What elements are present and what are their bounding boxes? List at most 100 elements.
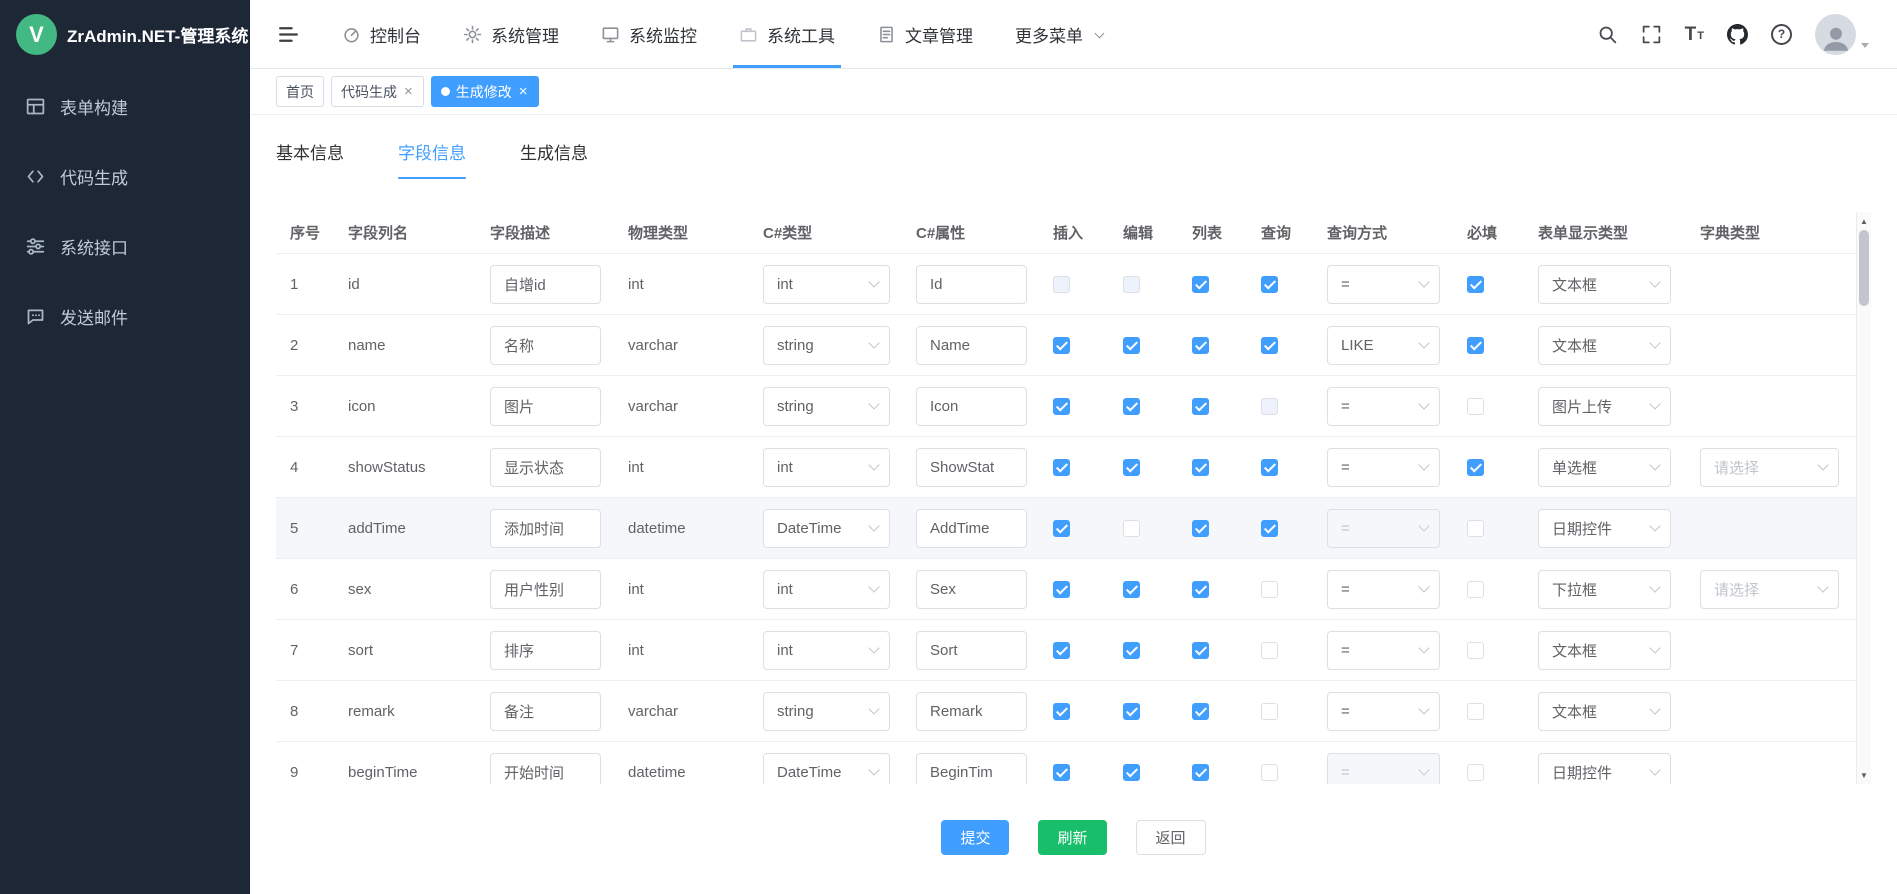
query-mode-select[interactable]: = [1327, 265, 1440, 304]
required-checkbox[interactable] [1467, 703, 1484, 720]
query-checkbox[interactable] [1261, 337, 1278, 354]
list-checkbox[interactable] [1192, 764, 1209, 781]
cs-property-input[interactable]: Id [916, 265, 1027, 304]
list-checkbox[interactable] [1192, 459, 1209, 476]
field-description-input[interactable]: 用户性别 [490, 570, 601, 609]
cs-type-select[interactable]: int [763, 570, 890, 609]
edit-checkbox[interactable] [1123, 520, 1140, 537]
query-mode-select[interactable]: = [1327, 387, 1440, 426]
refresh-button[interactable]: 刷新 [1038, 820, 1106, 855]
github-icon[interactable] [1727, 24, 1748, 45]
list-checkbox[interactable] [1192, 642, 1209, 659]
cs-type-select[interactable]: int [763, 265, 890, 304]
query-checkbox[interactable] [1261, 642, 1278, 659]
cs-property-input[interactable]: AddTime [916, 509, 1027, 548]
query-checkbox[interactable] [1261, 520, 1278, 537]
query-mode-select[interactable]: = [1327, 631, 1440, 670]
required-checkbox[interactable] [1467, 276, 1484, 293]
insert-checkbox[interactable] [1053, 459, 1070, 476]
scroll-down-icon[interactable]: ▼ [1857, 767, 1871, 783]
list-checkbox[interactable] [1192, 337, 1209, 354]
cs-property-input[interactable]: Icon [916, 387, 1027, 426]
back-button[interactable]: 返回 [1136, 820, 1206, 855]
field-description-input[interactable]: 图片 [490, 387, 601, 426]
font-size-icon[interactable]: TT [1685, 25, 1704, 44]
display-type-select[interactable]: 文本框 [1538, 631, 1671, 670]
field-description-input[interactable]: 自增id [490, 265, 601, 304]
nav-item-system-tools[interactable]: 系统工具 [718, 0, 856, 68]
cs-type-select[interactable]: string [763, 387, 890, 426]
edit-checkbox[interactable] [1123, 398, 1140, 415]
insert-checkbox[interactable] [1053, 398, 1070, 415]
field-description-input[interactable]: 名称 [490, 326, 601, 365]
field-description-input[interactable]: 开始时间 [490, 753, 601, 785]
query-mode-select[interactable]: = [1327, 448, 1440, 487]
cs-type-select[interactable]: string [763, 692, 890, 731]
required-checkbox[interactable] [1467, 764, 1484, 781]
cs-type-select[interactable]: DateTime [763, 509, 890, 548]
list-checkbox[interactable] [1192, 276, 1209, 293]
help-icon[interactable]: ? [1771, 24, 1792, 45]
insert-checkbox[interactable] [1053, 703, 1070, 720]
nav-item-article-manage[interactable]: 文章管理 [856, 0, 994, 68]
edit-checkbox[interactable] [1123, 459, 1140, 476]
tab-gen-info[interactable]: 生成信息 [520, 139, 588, 179]
insert-checkbox[interactable] [1053, 642, 1070, 659]
sidebar-item-send-mail[interactable]: 发送邮件 [0, 281, 250, 351]
cs-property-input[interactable]: BeginTim [916, 753, 1027, 785]
query-checkbox[interactable] [1261, 459, 1278, 476]
cs-type-select[interactable]: DateTime [763, 753, 890, 785]
cs-property-input[interactable]: Name [916, 326, 1027, 365]
list-checkbox[interactable] [1192, 520, 1209, 537]
table-scrollbar[interactable]: ▲ ▼ [1856, 212, 1871, 784]
required-checkbox[interactable] [1467, 459, 1484, 476]
dict-type-select[interactable]: 请选择 [1700, 570, 1839, 609]
edit-checkbox[interactable] [1123, 764, 1140, 781]
display-type-select[interactable]: 文本框 [1538, 265, 1671, 304]
nav-item-more-menu[interactable]: 更多菜单 [994, 0, 1124, 68]
query-mode-select[interactable]: = [1327, 692, 1440, 731]
edit-checkbox[interactable] [1123, 703, 1140, 720]
list-checkbox[interactable] [1192, 703, 1209, 720]
display-type-select[interactable]: 单选框 [1538, 448, 1671, 487]
query-checkbox[interactable] [1261, 703, 1278, 720]
required-checkbox[interactable] [1467, 398, 1484, 415]
tag-home[interactable]: 首页 [276, 76, 324, 107]
edit-checkbox[interactable] [1123, 642, 1140, 659]
query-checkbox[interactable] [1261, 581, 1278, 598]
tab-basic-info[interactable]: 基本信息 [276, 139, 344, 179]
required-checkbox[interactable] [1467, 337, 1484, 354]
collapse-sidebar-icon[interactable] [276, 22, 301, 47]
list-checkbox[interactable] [1192, 581, 1209, 598]
required-checkbox[interactable] [1467, 581, 1484, 598]
cs-property-input[interactable]: Sort [916, 631, 1027, 670]
nav-item-dashboard[interactable]: 控制台 [321, 0, 442, 68]
list-checkbox[interactable] [1192, 398, 1209, 415]
cs-property-input[interactable]: Sex [916, 570, 1027, 609]
query-mode-select[interactable]: = [1327, 570, 1440, 609]
display-type-select[interactable]: 下拉框 [1538, 570, 1671, 609]
insert-checkbox[interactable] [1053, 337, 1070, 354]
scroll-up-icon[interactable]: ▲ [1857, 213, 1871, 229]
tag-gen-edit[interactable]: 生成修改× [431, 76, 539, 107]
edit-checkbox[interactable] [1123, 581, 1140, 598]
sidebar-item-form-build[interactable]: 表单构建 [0, 71, 250, 141]
nav-item-system-monitor[interactable]: 系统监控 [580, 0, 718, 68]
query-checkbox[interactable] [1261, 764, 1278, 781]
display-type-select[interactable]: 日期控件 [1538, 509, 1671, 548]
field-description-input[interactable]: 排序 [490, 631, 601, 670]
display-type-select[interactable]: 日期控件 [1538, 753, 1671, 785]
required-checkbox[interactable] [1467, 520, 1484, 537]
display-type-select[interactable]: 图片上传 [1538, 387, 1671, 426]
query-checkbox[interactable] [1261, 276, 1278, 293]
cs-property-input[interactable]: ShowStat [916, 448, 1027, 487]
search-icon[interactable] [1597, 24, 1618, 45]
user-avatar[interactable] [1815, 14, 1869, 55]
nav-item-system-manage[interactable]: 系统管理 [442, 0, 580, 68]
dict-type-select[interactable]: 请选择 [1700, 448, 1839, 487]
cs-type-select[interactable]: int [763, 631, 890, 670]
sidebar-item-code-gen[interactable]: 代码生成 [0, 141, 250, 211]
sidebar-item-system-api[interactable]: 系统接口 [0, 211, 250, 281]
close-icon[interactable]: × [518, 84, 529, 99]
display-type-select[interactable]: 文本框 [1538, 326, 1671, 365]
